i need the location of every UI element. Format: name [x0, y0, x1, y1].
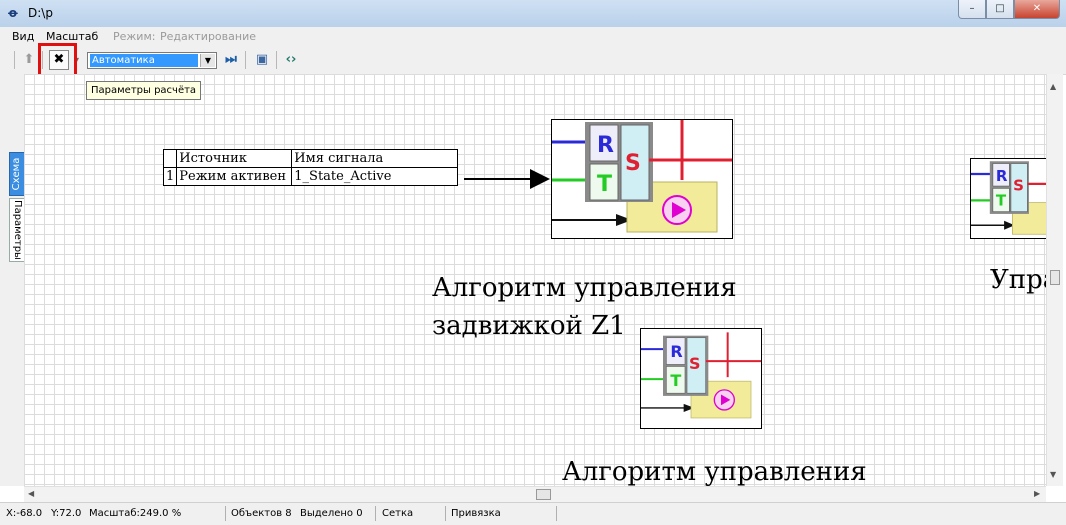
status-divider: [225, 506, 226, 521]
set-letter: S: [625, 151, 641, 176]
vertical-scrollbar[interactable]: ▲ ▼: [1046, 74, 1063, 486]
algo-label-2: Алгоритм управления: [562, 457, 867, 486]
rs-trigger-block[interactable]: R T S: [640, 328, 762, 429]
toolbar-separator: [276, 51, 277, 69]
status-grid[interactable]: Сетка: [382, 508, 413, 519]
status-objects: Объектов 8: [231, 508, 292, 519]
toolbar-grip: [14, 51, 15, 69]
status-snap[interactable]: Привязка: [451, 508, 501, 519]
set-letter: S: [1013, 177, 1024, 195]
reset-letter: R: [996, 167, 1008, 185]
table-header-cell: Источник: [176, 149, 293, 168]
signal-table[interactable]: Источник Имя сигнала 1 Режим активен 1_S…: [162, 149, 459, 186]
calc-mode-select[interactable]: Автоматика ▼: [87, 52, 217, 69]
close-button[interactable]: ✕: [1014, 0, 1060, 19]
connection-arrowhead: [530, 169, 550, 189]
connection-line: [464, 178, 534, 180]
table-cell: 1_State_Active: [291, 167, 459, 186]
trigger-letter: T: [670, 371, 681, 390]
window-title: D:\р: [28, 6, 53, 20]
tab-params-label: Параметры: [12, 200, 23, 260]
title-bar: ꝋ D:\р – □ ✕: [0, 0, 1066, 27]
vertical-scroll-thumb[interactable]: [1050, 270, 1060, 285]
horizontal-scroll-thumb[interactable]: [536, 489, 551, 500]
status-selected: Выделено 0: [300, 508, 363, 519]
table-cell: 1: [162, 167, 178, 186]
table-header-cell: [162, 149, 178, 168]
trigger-letter: T: [996, 192, 1007, 210]
tab-schema-label: Схема: [11, 157, 22, 191]
mode-value: Редактирование: [160, 30, 256, 43]
scroll-left-icon[interactable]: ◀: [28, 489, 34, 498]
algo-label-line1: Алгоритм управления: [432, 273, 737, 303]
app-icon: ꝋ: [8, 6, 18, 20]
chevron-down-icon[interactable]: ▼: [200, 54, 215, 67]
status-divider: [445, 506, 446, 521]
scroll-right-icon[interactable]: ▶: [1034, 489, 1040, 498]
scroll-down-icon[interactable]: ▼: [1050, 470, 1056, 479]
status-y: Y:72.0: [51, 508, 82, 519]
table-cell: Режим активен: [176, 167, 293, 186]
reset-letter: R: [597, 133, 614, 158]
status-bar: X:-68.0 Y:72.0 Масштаб:249.0 % Объектов …: [0, 502, 1066, 525]
table-row[interactable]: 1 Режим активен 1_State_Active: [162, 167, 459, 186]
rs-trigger-icon: R T S: [552, 120, 732, 233]
tooltip: Параметры расчёта: [86, 81, 202, 100]
calc-mode-value: Автоматика: [90, 54, 198, 67]
toolbar-separator: [245, 51, 246, 69]
maximize-button[interactable]: □: [986, 0, 1014, 19]
status-divider: [375, 506, 376, 521]
scroll-up-icon[interactable]: ▲: [1050, 82, 1056, 91]
algo-label-3-partial: Упра: [990, 265, 1046, 295]
status-zoom: Масштаб:249.0 %: [89, 508, 182, 519]
menu-bar: Вид Масштаб Режим: Редактирование: [0, 27, 1066, 45]
up-arrow-icon[interactable]: ⬆: [19, 50, 39, 70]
menu-scale[interactable]: Масштаб: [46, 30, 98, 43]
rs-trigger-icon: R T S: [971, 161, 1046, 235]
minimize-button[interactable]: –: [958, 0, 986, 19]
status-x: X:-68.0: [6, 508, 43, 519]
table-header-row: Источник Имя сигнала: [162, 149, 459, 168]
horizontal-scrollbar[interactable]: ◀ ▶: [24, 486, 1046, 503]
table-header-cell: Имя сигнала: [291, 149, 459, 168]
set-letter: S: [689, 354, 701, 373]
schema-canvas[interactable]: Источник Имя сигнала 1 Режим активен 1_S…: [24, 74, 1046, 486]
status-divider: [556, 506, 557, 521]
layers-icon[interactable]: ▣: [252, 50, 272, 70]
trigger-letter: T: [597, 172, 612, 197]
tab-schema[interactable]: Схема: [9, 152, 25, 196]
side-tabs: Схема Параметры: [0, 74, 25, 486]
mode-label: Режим:: [113, 30, 156, 43]
step-icon[interactable]: ⏭: [221, 50, 241, 70]
tab-params[interactable]: Параметры: [9, 198, 25, 262]
algo-label-line2: задвижкой Z1: [432, 311, 626, 341]
rs-trigger-block[interactable]: R T S: [970, 158, 1046, 239]
code-icon[interactable]: ‹›: [281, 50, 301, 70]
rs-trigger-block[interactable]: R T S: [551, 119, 733, 239]
rs-trigger-icon: R T S: [641, 332, 761, 419]
reset-letter: R: [670, 342, 683, 361]
menu-view[interactable]: Вид: [12, 30, 34, 43]
window-controls: – □ ✕: [958, 0, 1060, 19]
